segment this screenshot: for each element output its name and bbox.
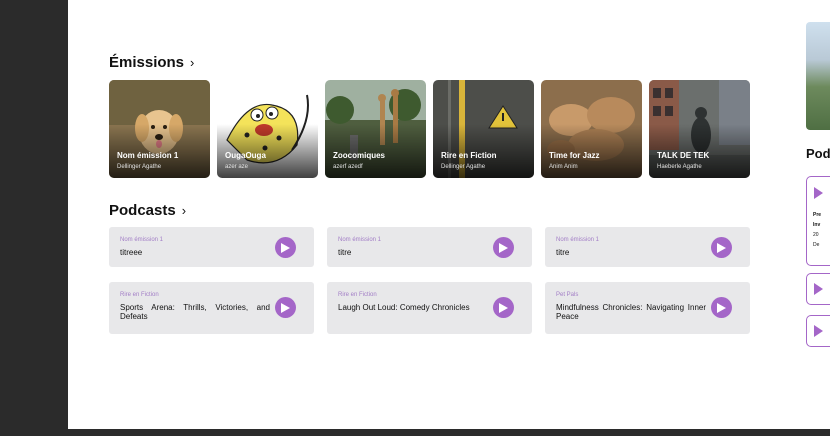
podcast-category: Nom émission 1	[120, 237, 164, 243]
main-content: Émissions › Nom émission 1 Dellinger Aga…	[68, 0, 790, 429]
podcast-item[interactable]: Rire en Fiction Laugh Out Loud: Comedy C…	[327, 282, 532, 334]
podcast-card[interactable]	[806, 315, 830, 347]
play-icon	[281, 302, 290, 313]
play-button[interactable]	[711, 297, 732, 318]
podcast-item[interactable]: Nom émission 1 titreee	[109, 227, 314, 267]
right-panel: Podcasts Pre Inv 20 De	[790, 0, 830, 436]
emission-card[interactable]: TALK DE TEK Haeberle Agathe	[649, 80, 750, 178]
podcast-item[interactable]: Nom émission 1 titre	[545, 227, 750, 267]
play-button[interactable]	[711, 237, 732, 258]
podcast-category: Nom émission 1	[338, 237, 382, 243]
podcast-category: Pet Pals	[556, 292, 579, 298]
podcast-title: titre	[556, 248, 570, 257]
podcast-item[interactable]: Rire en Fiction Sports Arena: Thrills, V…	[109, 282, 314, 334]
featured-image[interactable]	[806, 22, 830, 130]
emission-card[interactable]: OugaOuga azer aze	[217, 80, 318, 178]
podcast-title: titre	[338, 248, 352, 257]
emission-author: Haeberle Agathe	[657, 164, 702, 170]
play-icon	[814, 325, 823, 337]
podcast-card[interactable]: Pre Inv 20 De	[806, 176, 830, 266]
chevron-right-icon: ›	[190, 55, 195, 70]
play-icon	[717, 242, 726, 253]
emission-title: Zoocomiques	[333, 151, 386, 160]
emission-card[interactable]: Rire en Fiction Dellinger Agathe	[433, 80, 534, 178]
podcast-item[interactable]: Nom émission 1 titre	[327, 227, 532, 267]
play-button[interactable]	[275, 237, 296, 258]
play-button[interactable]	[493, 297, 514, 318]
right-panel-title: Podcasts	[806, 146, 830, 161]
play-icon	[499, 302, 508, 313]
play-icon	[499, 242, 508, 253]
podcasts-grid: Nom émission 1 titreee Nom émission 1 ti…	[109, 227, 750, 334]
emission-card[interactable]: Zoocomiques azerf azedf	[325, 80, 426, 178]
bottom-strip	[68, 429, 830, 436]
podcast-title: titreee	[120, 248, 143, 257]
podcast-card-text: Pre Inv 20 De	[813, 212, 822, 248]
podcast-item[interactable]: Pet Pals Mindfulness Chronicles: Navigat…	[545, 282, 750, 334]
emission-author: azer aze	[225, 164, 249, 170]
emission-title: Time for Jazz	[549, 151, 600, 160]
emission-author: Dellinger Agathe	[117, 164, 162, 170]
chevron-right-icon: ›	[181, 203, 187, 218]
emissions-header-link[interactable]: Émissions ›	[109, 54, 194, 71]
play-icon	[814, 283, 823, 295]
emission-title: OugaOuga	[225, 151, 266, 160]
podcast-category: Rire en Fiction	[338, 292, 377, 298]
emission-author: azerf azedf	[333, 164, 363, 170]
play-button[interactable]	[493, 237, 514, 258]
emission-title: Nom émission 1	[117, 151, 179, 160]
play-icon	[281, 242, 290, 253]
podcast-card[interactable]	[806, 273, 830, 305]
podcasts-title: Podcasts	[109, 202, 176, 219]
emission-title: Rire en Fiction	[441, 151, 497, 160]
play-icon	[814, 187, 823, 199]
podcast-category: Rire en Fiction	[120, 292, 159, 298]
podcast-title: Mindfulness Chronicles: Navigating Inner…	[556, 303, 706, 321]
podcast-title: Sports Arena: Thrills, Victories, and De…	[120, 303, 270, 321]
podcast-title: Laugh Out Loud: Comedy Chronicles	[338, 303, 470, 312]
emission-card[interactable]: Time for Jazz Anim Anim	[541, 80, 642, 178]
emission-card[interactable]: Nom émission 1 Dellinger Agathe	[109, 80, 210, 178]
emission-author: Anim Anim	[549, 164, 578, 170]
podcasts-header-link[interactable]: Podcasts ›	[109, 202, 186, 219]
play-icon	[717, 302, 726, 313]
emission-title: TALK DE TEK	[657, 151, 710, 160]
play-button[interactable]	[275, 297, 296, 318]
emissions-title: Émissions	[109, 54, 185, 71]
emissions-list: Nom émission 1 Dellinger Agathe OugaOuga…	[109, 80, 750, 178]
left-rail	[0, 0, 68, 436]
emission-author: Dellinger Agathe	[441, 164, 486, 170]
podcast-category: Nom émission 1	[556, 237, 600, 243]
